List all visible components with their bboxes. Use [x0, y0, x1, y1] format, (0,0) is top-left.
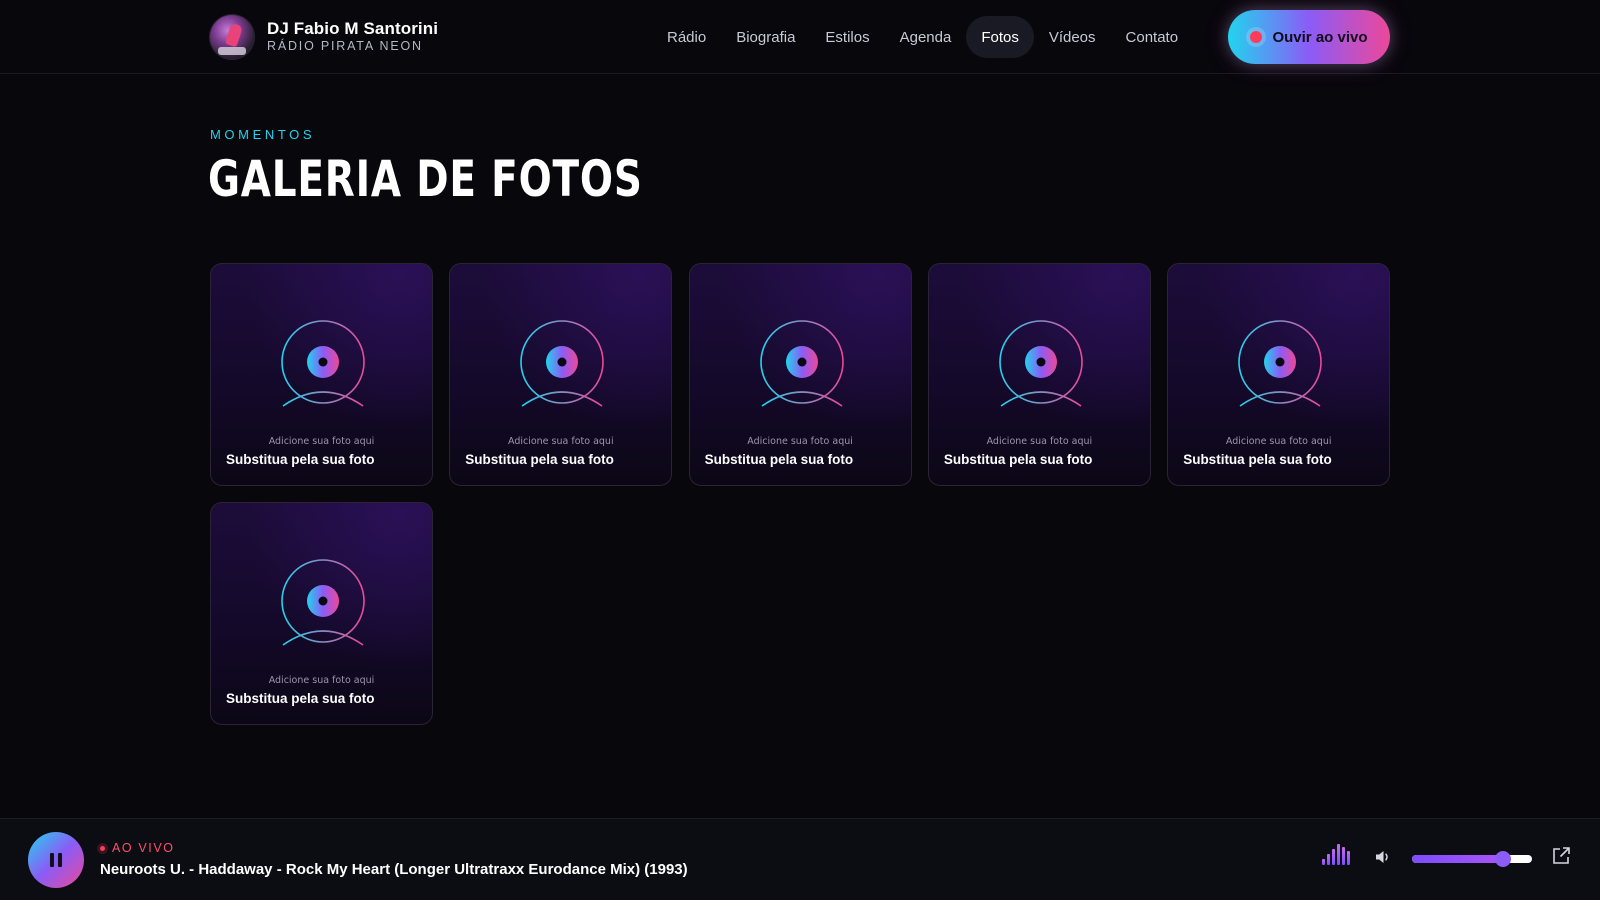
- brand[interactable]: DJ Fabio M Santorini RÁDIO PIRATA NEON: [210, 14, 438, 60]
- volume-slider[interactable]: [1412, 851, 1532, 867]
- vinyl-disc-icon: [1238, 320, 1322, 407]
- live-dot-icon: [1250, 31, 1263, 43]
- page-title: GALERIA DE FOTOS: [208, 150, 643, 208]
- card-hint: Adicione sua foto aqui: [986, 436, 1093, 447]
- live-status: AO VIVO: [97, 841, 175, 855]
- brand-text: DJ Fabio M Santorini RÁDIO PIRATA NEON: [267, 20, 438, 54]
- gallery-card[interactable]: Adicione sua foto aqui Substitua pela su…: [1167, 263, 1391, 486]
- site-header: DJ Fabio M Santorini RÁDIO PIRATA NEON R…: [0, 0, 1600, 74]
- section-eyebrow: MOMENTOS: [210, 127, 316, 142]
- main-nav: Rádio Biografia Estilos Agenda Fotos Víd…: [652, 16, 1193, 58]
- card-caption: Substitua pela sua foto: [465, 452, 614, 467]
- live-status-text: AO VIVO: [112, 841, 175, 855]
- listen-live-label: Ouvir ao vivo: [1272, 28, 1368, 46]
- brand-subtitle: RÁDIO PIRATA NEON: [267, 39, 423, 53]
- card-caption: Substitua pela sua foto: [226, 691, 375, 706]
- vinyl-disc-icon: [759, 320, 844, 407]
- equalizer-icon: [1322, 843, 1352, 865]
- card-hint: Adicione sua foto aqui: [268, 436, 375, 447]
- card-hint: Adicione sua foto aqui: [507, 436, 614, 447]
- nav-item-videos[interactable]: Vídeos: [1034, 16, 1111, 58]
- nav-item-fotos[interactable]: Fotos: [966, 16, 1034, 58]
- nav-item-biografia[interactable]: Biografia: [721, 16, 810, 58]
- gallery-card[interactable]: Adicione sua foto aqui Substitua pela su…: [210, 502, 433, 725]
- volume-slider-thumb[interactable]: [1495, 851, 1512, 867]
- card-caption: Substitua pela sua foto: [704, 452, 854, 467]
- avatar: [210, 15, 254, 59]
- card-caption: Substitua pela sua foto: [226, 452, 375, 467]
- external-link-icon[interactable]: [1552, 847, 1570, 865]
- nav-item-contato[interactable]: Contato: [1111, 16, 1194, 58]
- nav-item-agenda[interactable]: Agenda: [885, 16, 967, 58]
- card-hint: Adicione sua foto aqui: [747, 436, 853, 447]
- vinyl-disc-icon: [281, 320, 365, 407]
- gallery-card[interactable]: Adicione sua foto aqui Substitua pela su…: [927, 263, 1151, 486]
- vinyl-disc-icon: [281, 559, 365, 646]
- listen-live-button[interactable]: Ouvir ao vivo: [1228, 10, 1390, 64]
- pause-button[interactable]: [28, 832, 84, 888]
- gallery-card[interactable]: Adicione sua foto aqui Substitua pela su…: [210, 263, 433, 486]
- card-hint: Adicione sua foto aqui: [1225, 436, 1332, 447]
- volume-icon[interactable]: [1374, 848, 1392, 866]
- audio-player: AO VIVO Neuroots U. - Haddaway - Rock My…: [0, 818, 1600, 900]
- card-caption: Substitua pela sua foto: [943, 452, 1093, 467]
- nav-item-radio[interactable]: Rádio: [652, 16, 721, 58]
- brand-name: DJ Fabio M Santorini: [267, 19, 439, 38]
- gallery-card[interactable]: Adicione sua foto aqui Substitua pela su…: [449, 263, 673, 486]
- card-hint: Adicione sua foto aqui: [268, 675, 375, 686]
- live-record-icon: [97, 842, 108, 854]
- vinyl-disc-icon: [520, 320, 605, 407]
- pause-icon: [48, 853, 64, 867]
- now-playing-track: Neuroots U. - Haddaway - Rock My Heart (…: [100, 861, 688, 878]
- card-caption: Substitua pela sua foto: [1183, 452, 1332, 467]
- volume-slider-fill: [1412, 855, 1504, 863]
- gallery-card[interactable]: Adicione sua foto aqui Substitua pela su…: [688, 263, 912, 486]
- vinyl-disc-icon: [999, 320, 1083, 407]
- nav-item-estilos[interactable]: Estilos: [810, 16, 884, 58]
